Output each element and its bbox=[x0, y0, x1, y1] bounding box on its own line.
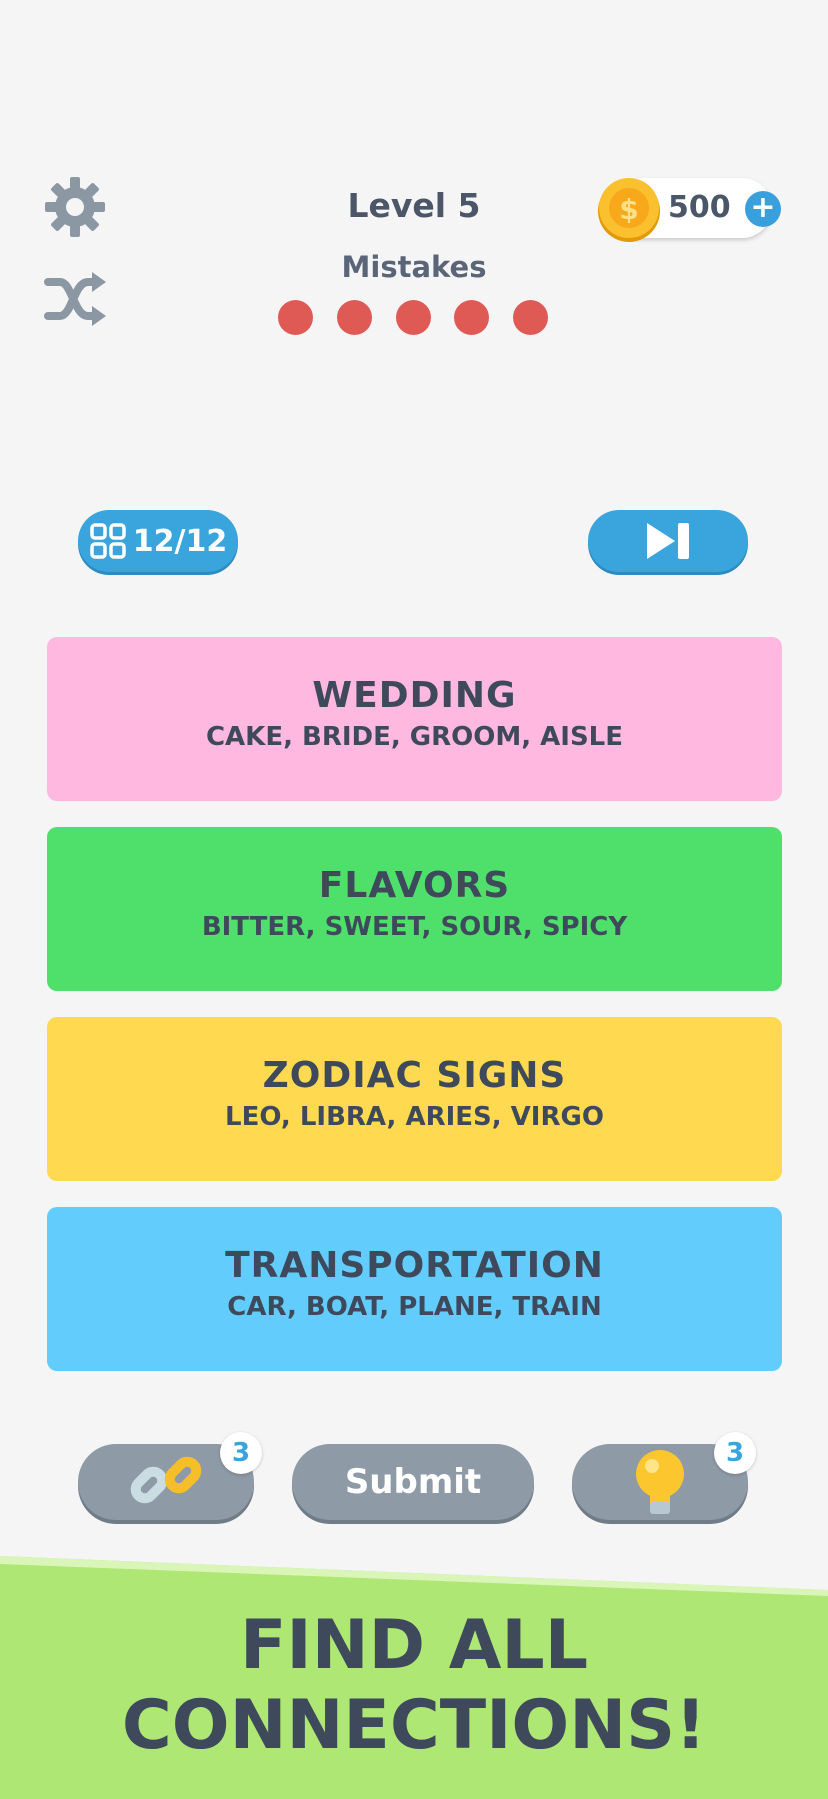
submit-button[interactable]: Submit bbox=[292, 1444, 534, 1520]
link-icon bbox=[128, 1446, 206, 1516]
mistake-dot bbox=[513, 300, 548, 335]
progress-count: 12/12 bbox=[132, 523, 228, 559]
link-count-badge: 3 bbox=[220, 1432, 262, 1474]
category-words: LEO, LIBRA, ARIES, VIRGO bbox=[225, 1102, 604, 1132]
svg-text:$: $ bbox=[619, 193, 638, 226]
category-card-wedding: WEDDING CAKE, BRIDE, GROOM, AISLE bbox=[47, 637, 782, 801]
category-card-zodiac-signs: ZODIAC SIGNS LEO, LIBRA, ARIES, VIRGO bbox=[47, 1017, 782, 1181]
category-title: ZODIAC SIGNS bbox=[262, 1055, 567, 1096]
add-coins-button[interactable]: + bbox=[745, 191, 781, 227]
mistakes-label: Mistakes bbox=[341, 250, 487, 284]
category-title: WEDDING bbox=[312, 675, 517, 716]
mistake-dot bbox=[454, 300, 490, 335]
skip-icon bbox=[647, 523, 689, 559]
progress-pill: 12/12 bbox=[78, 510, 238, 572]
category-card-flavors: FLAVORS BITTER, SWEET, SOUR, SPICY bbox=[47, 827, 782, 991]
category-words: CAKE, BRIDE, GROOM, AISLE bbox=[205, 722, 624, 752]
banner-line-1: FIND ALL bbox=[239, 1606, 589, 1685]
category-title: FLAVORS bbox=[318, 865, 511, 906]
banner-line-2: CONNECTIONS! bbox=[121, 1686, 707, 1765]
skip-level-button[interactable] bbox=[588, 510, 748, 572]
mistakes-indicator bbox=[278, 300, 548, 336]
grid-icon bbox=[90, 523, 126, 559]
mistake-dot bbox=[395, 300, 431, 335]
category-card-transportation: TRANSPORTATION CAR, BOAT, PLANE, TRAIN bbox=[47, 1207, 782, 1371]
plus-icon: + bbox=[750, 190, 776, 225]
category-words: CAR, BOAT, PLANE, TRAIN bbox=[227, 1292, 602, 1322]
mistake-dot bbox=[336, 300, 372, 335]
promo-banner-text: FIND ALL CONNECTIONS! bbox=[0, 1606, 828, 1766]
category-title: TRANSPORTATION bbox=[225, 1245, 604, 1286]
hint-count-badge: 3 bbox=[714, 1432, 756, 1474]
category-words: BITTER, SWEET, SOUR, SPICY bbox=[201, 912, 628, 942]
coin-count: 500 bbox=[668, 190, 731, 225]
lightbulb-icon bbox=[628, 1446, 692, 1516]
coin-icon: $ bbox=[596, 176, 662, 242]
mistake-dot bbox=[278, 300, 313, 335]
